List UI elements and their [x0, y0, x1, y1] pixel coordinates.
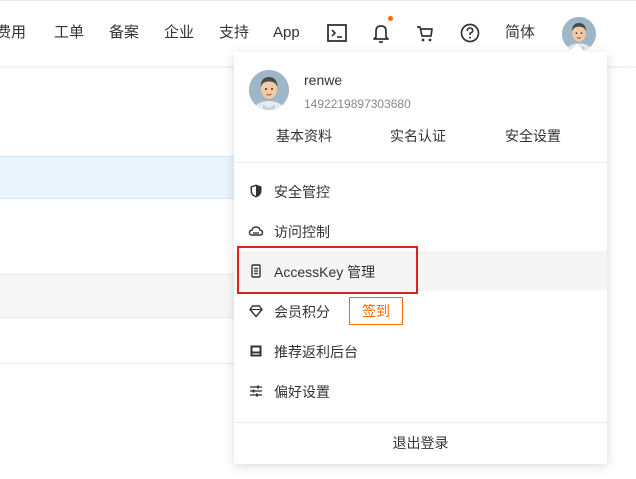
menu-item-access-control[interactable]: 访问控制 — [234, 211, 607, 251]
top-border — [0, 0, 636, 1]
sliders-icon — [248, 383, 264, 399]
menu-divider — [234, 162, 607, 163]
nav-item-fees[interactable]: 费用 — [0, 24, 26, 42]
account-username: renwe — [304, 72, 343, 88]
bell-icon[interactable] — [370, 22, 392, 44]
row-divider — [0, 363, 240, 364]
avatar[interactable] — [249, 70, 289, 110]
nav-item-app[interactable]: App — [273, 24, 300, 42]
cart-icon[interactable] — [414, 22, 436, 44]
highlight-annotation-box — [237, 246, 418, 294]
sign-in-button[interactable]: 签到 — [349, 297, 403, 325]
help-icon[interactable] — [459, 22, 481, 44]
cloud-icon — [248, 223, 264, 239]
nav-item-enterprise[interactable]: 企业 — [164, 24, 194, 42]
content-row-header — [0, 274, 240, 318]
menu-item-label: 安全管控 — [274, 184, 330, 200]
logout-button[interactable]: 退出登录 — [234, 423, 607, 463]
terminal-icon[interactable] — [326, 22, 348, 44]
menu-item-security-control[interactable]: 安全管控 — [234, 171, 607, 211]
nav-item-icp[interactable]: 备案 — [109, 24, 139, 42]
menu-item-accesskey-management[interactable]: AccessKey 管理 — [234, 246, 607, 294]
link-security-settings[interactable]: 安全设置 — [505, 126, 561, 146]
menu-item-label: 偏好设置 — [274, 384, 330, 400]
menu-item-referral-rebate[interactable]: 推荐返利后台 — [234, 331, 607, 371]
menu-item-label: 访问控制 — [274, 224, 330, 240]
shield-icon — [248, 183, 264, 199]
menu-item-label: 会员积分 — [274, 304, 330, 320]
account-uid: 1492219897303680 — [304, 97, 411, 111]
menu-item-label: 推荐返利后台 — [274, 344, 358, 360]
diamond-icon — [248, 303, 264, 319]
menu-item-preferences[interactable]: 偏好设置 — [234, 371, 607, 411]
nav-item-support[interactable]: 支持 — [219, 24, 249, 42]
nav-item-tickets[interactable]: 工单 — [54, 24, 84, 42]
account-dropdown: renwe 1492219897303680 基本资料 实名认证 安全设置 安全… — [234, 43, 607, 464]
link-basic-info[interactable]: 基本资料 — [276, 126, 332, 146]
username-redaction — [344, 64, 400, 94]
link-real-name-auth[interactable]: 实名认证 — [390, 126, 446, 146]
account-quick-links: 基本资料 实名认证 安全设置 — [234, 126, 607, 150]
notification-dot — [388, 16, 393, 21]
content-row-selected[interactable] — [0, 156, 240, 199]
menu-item-member-points[interactable]: 会员积分 签到 — [234, 291, 607, 331]
language-switch[interactable]: 简体 — [505, 24, 535, 42]
gift-icon — [248, 343, 264, 359]
